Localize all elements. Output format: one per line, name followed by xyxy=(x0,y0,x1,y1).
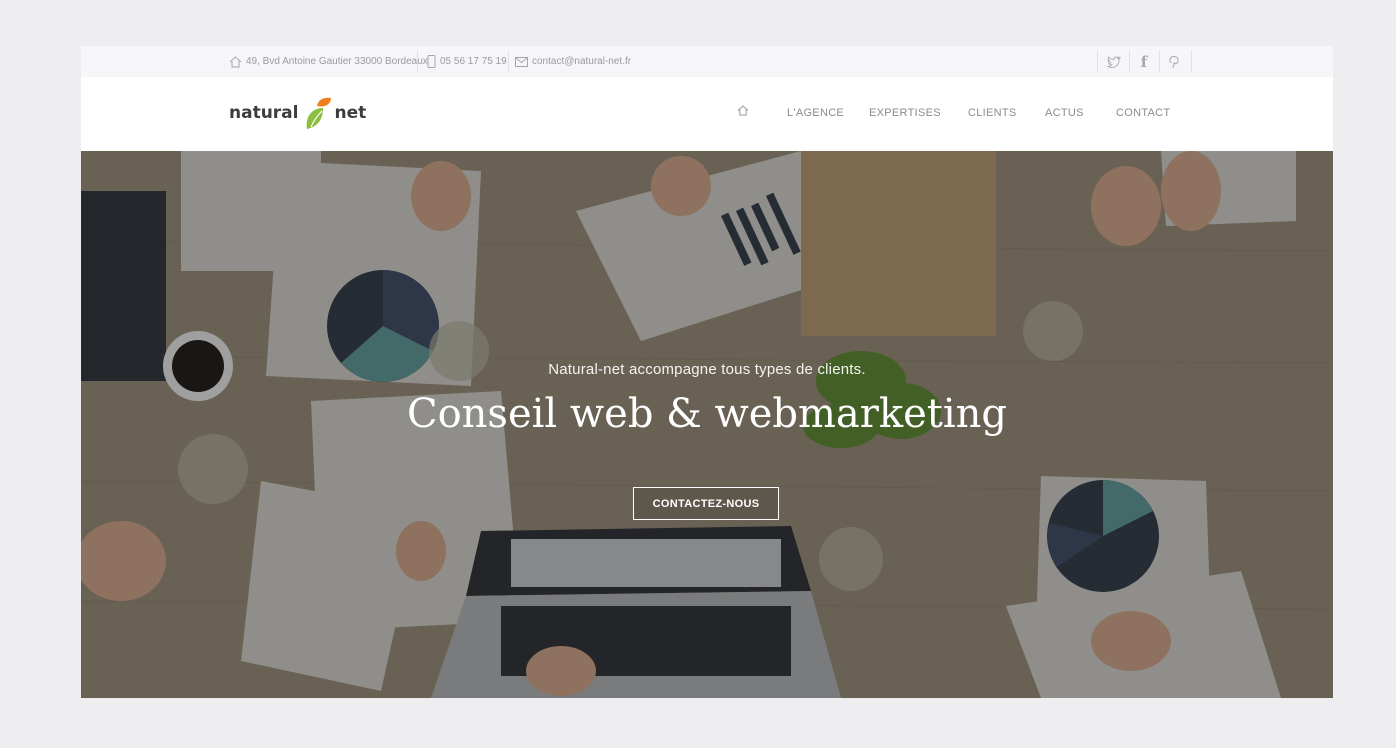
contact-us-button[interactable]: CONTACTEZ-NOUS xyxy=(633,487,779,520)
nav-item-actus[interactable]: ACTUS xyxy=(1045,107,1084,119)
address-item: 49, Bvd Antoine Gautier 33000 Bordeaux xyxy=(229,46,428,77)
logo-text-left: natural xyxy=(229,103,299,123)
leaf-logo-icon xyxy=(303,96,333,130)
home-icon xyxy=(737,105,749,119)
twitter-icon[interactable] xyxy=(1099,46,1129,77)
hero-title: Conseil web & webmarketing xyxy=(406,391,1008,437)
home-icon xyxy=(229,55,242,68)
pinterest-icon[interactable] xyxy=(1159,46,1189,77)
phone-icon xyxy=(427,55,436,68)
facebook-icon[interactable]: f xyxy=(1129,46,1159,77)
nav-home[interactable] xyxy=(737,105,749,119)
envelope-icon xyxy=(515,56,528,67)
site-header: natural net L'AGENCE EXPERTISES CLIENTS … xyxy=(81,77,1333,151)
email-item[interactable]: contact@natural-net.fr xyxy=(515,46,631,77)
nav-item-clients[interactable]: CLIENTS xyxy=(968,107,1017,119)
email-text: contact@natural-net.fr xyxy=(532,56,632,67)
phone-text: 05 56 17 75 19 xyxy=(440,56,507,67)
nav-item-expertises[interactable]: EXPERTISES xyxy=(869,107,941,119)
logo[interactable]: natural net xyxy=(229,93,366,133)
nav-item-agence[interactable]: L'AGENCE xyxy=(787,107,844,119)
logo-text-right: net xyxy=(334,103,367,123)
hero-banner: Natural-net accompagne tous types de cli… xyxy=(81,151,1333,698)
hero-subtitle: Natural-net accompagne tous types de cli… xyxy=(548,361,866,378)
nav-item-contact[interactable]: CONTACT xyxy=(1116,107,1170,119)
address-text: 49, Bvd Antoine Gautier 33000 Bordeaux xyxy=(246,56,428,67)
phone-item[interactable]: 05 56 17 75 19 xyxy=(427,46,507,77)
page-frame: 49, Bvd Antoine Gautier 33000 Bordeaux 0… xyxy=(81,46,1333,698)
top-info-bar: 49, Bvd Antoine Gautier 33000 Bordeaux 0… xyxy=(81,46,1333,78)
